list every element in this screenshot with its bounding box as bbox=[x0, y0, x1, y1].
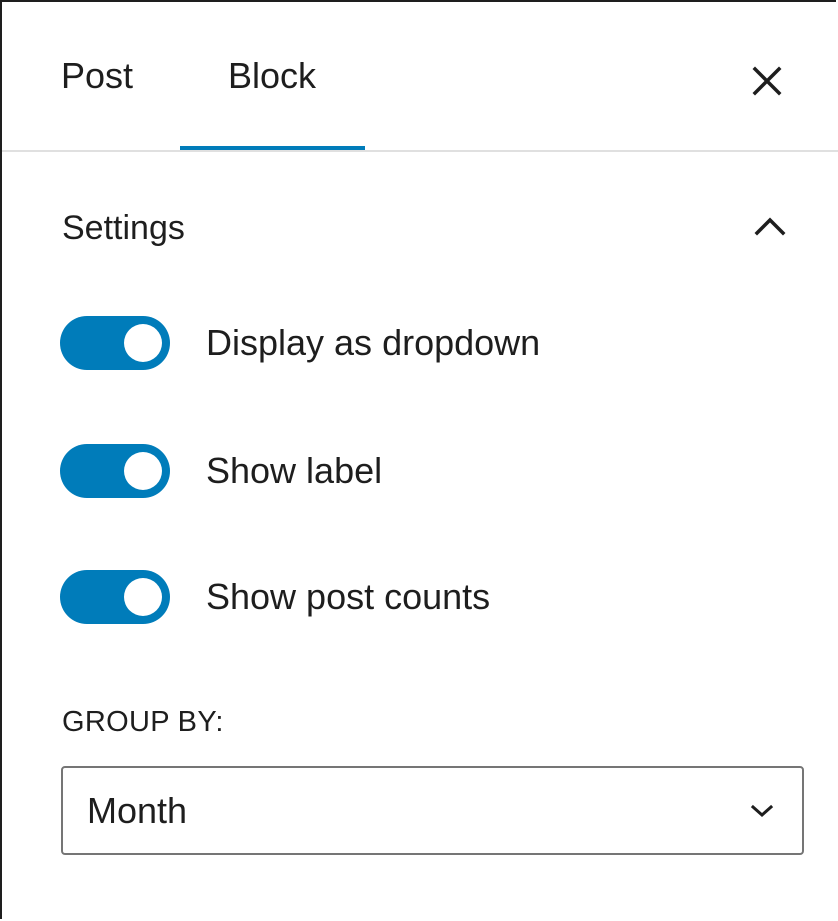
group-by-select[interactable]: Month bbox=[61, 766, 804, 855]
settings-collapse-button[interactable] bbox=[746, 206, 794, 246]
toggle-thumb bbox=[124, 578, 162, 616]
toggle-label: Show post counts bbox=[206, 576, 491, 617]
close-icon bbox=[752, 66, 782, 96]
toggle-thumb bbox=[124, 452, 162, 490]
group-by-label: GROUP BY: bbox=[62, 706, 224, 738]
chevron-down-icon bbox=[742, 791, 782, 831]
group-by-selected-value: Month bbox=[87, 789, 188, 831]
toggle-display-as-dropdown[interactable]: Display as dropdown bbox=[60, 315, 760, 371]
toggle-switch[interactable] bbox=[60, 316, 170, 370]
toggle-switch[interactable] bbox=[60, 444, 170, 498]
toggle-show-post-counts[interactable]: Show post counts bbox=[60, 569, 760, 625]
tab-post-label: Post bbox=[60, 55, 134, 96]
sidebar-header: Post Block bbox=[2, 2, 838, 152]
tab-block[interactable]: Block bbox=[180, 2, 364, 150]
settings-section-title: Settings bbox=[62, 209, 185, 247]
toggle-show-label[interactable]: Show label bbox=[60, 443, 760, 499]
toggle-switch[interactable] bbox=[60, 570, 170, 624]
toggle-thumb bbox=[124, 324, 162, 362]
tab-block-label: Block bbox=[227, 55, 317, 96]
close-button[interactable] bbox=[742, 58, 792, 104]
chevron-up-icon bbox=[754, 217, 786, 236]
active-tab-indicator bbox=[180, 146, 365, 150]
toggle-label: Show label bbox=[206, 450, 383, 491]
toggle-label: Display as dropdown bbox=[206, 322, 541, 363]
block-settings-panel: Post Block Settings Display as dropdown … bbox=[0, 0, 838, 919]
tab-post[interactable]: Post bbox=[42, 2, 152, 150]
